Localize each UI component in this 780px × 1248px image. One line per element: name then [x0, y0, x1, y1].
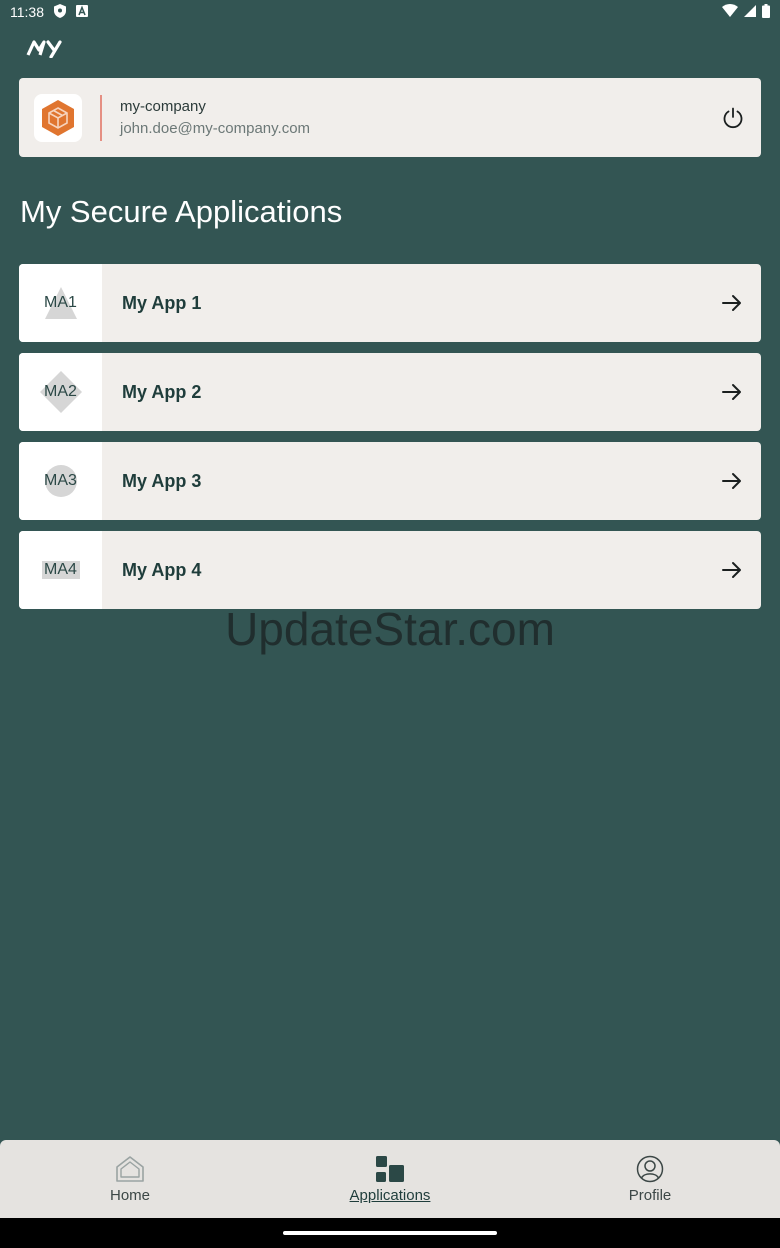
home-icon	[116, 1155, 144, 1182]
status-time: 11:38	[10, 4, 44, 20]
app-name: My App 3	[122, 470, 202, 491]
user-email: john.doe@my-company.com	[120, 120, 311, 137]
app-list: MA1 My App 1 MA2 My App 2 MA3 My App 3 M…	[19, 264, 761, 620]
home-indicator[interactable]	[283, 1231, 497, 1235]
app-card-3[interactable]: MA3 My App 3	[19, 442, 761, 520]
system-nav-bar	[0, 1218, 780, 1248]
app-icon: MA1	[19, 264, 102, 342]
wifi-icon	[722, 4, 738, 20]
app-card-1[interactable]: MA1 My App 1	[19, 264, 761, 342]
app-abbr: MA4	[44, 561, 77, 578]
app-name: My App 2	[122, 381, 202, 402]
company-logo	[34, 93, 82, 142]
brand-logo	[26, 38, 74, 64]
arrow-right-icon	[721, 470, 743, 492]
applications-icon	[376, 1155, 404, 1182]
cell-signal-icon	[744, 4, 756, 20]
shield-icon	[54, 3, 66, 21]
app-name: My App 4	[122, 559, 202, 580]
app-card-2[interactable]: MA2 My App 2	[19, 353, 761, 431]
power-icon	[723, 107, 743, 128]
app-abbr: MA3	[44, 472, 77, 489]
a-badge-icon	[76, 4, 88, 20]
nav-item-applications[interactable]: Applications	[260, 1140, 520, 1218]
battery-icon	[762, 3, 770, 21]
nav-item-home[interactable]: Home	[0, 1140, 260, 1218]
nav-label-home: Home	[109, 1186, 150, 1204]
profile-icon	[636, 1155, 664, 1182]
app-abbr: MA2	[44, 383, 77, 400]
company-name: my-company	[120, 98, 206, 115]
nav-label-applications: Applications	[349, 1186, 431, 1204]
app-icon: MA4	[19, 531, 102, 609]
arrow-right-icon	[721, 292, 743, 314]
nav-label-profile: Profile	[628, 1186, 672, 1204]
app-name: My App 1	[122, 292, 202, 313]
app-card-4[interactable]: MA4 My App 4	[19, 531, 761, 609]
nav-item-profile[interactable]: Profile	[520, 1140, 780, 1218]
bottom-nav: Home Applications Profile	[0, 1140, 780, 1218]
logout-button[interactable]	[719, 104, 747, 132]
arrow-right-icon	[721, 381, 743, 403]
app-icon: MA3	[19, 442, 102, 520]
company-cube-icon	[42, 99, 74, 136]
app-abbr: MA1	[44, 294, 77, 311]
app-icon: MA2	[19, 353, 102, 431]
account-divider	[100, 94, 102, 141]
page-title: My Secure Applications	[20, 194, 343, 229]
account-card: my-company john.doe@my-company.com	[19, 78, 761, 157]
arrow-right-icon	[721, 559, 743, 581]
watermark: UpdateStar.com	[225, 603, 555, 655]
status-bar: 11:38	[0, 0, 780, 24]
my-logo-icon	[26, 40, 62, 59]
